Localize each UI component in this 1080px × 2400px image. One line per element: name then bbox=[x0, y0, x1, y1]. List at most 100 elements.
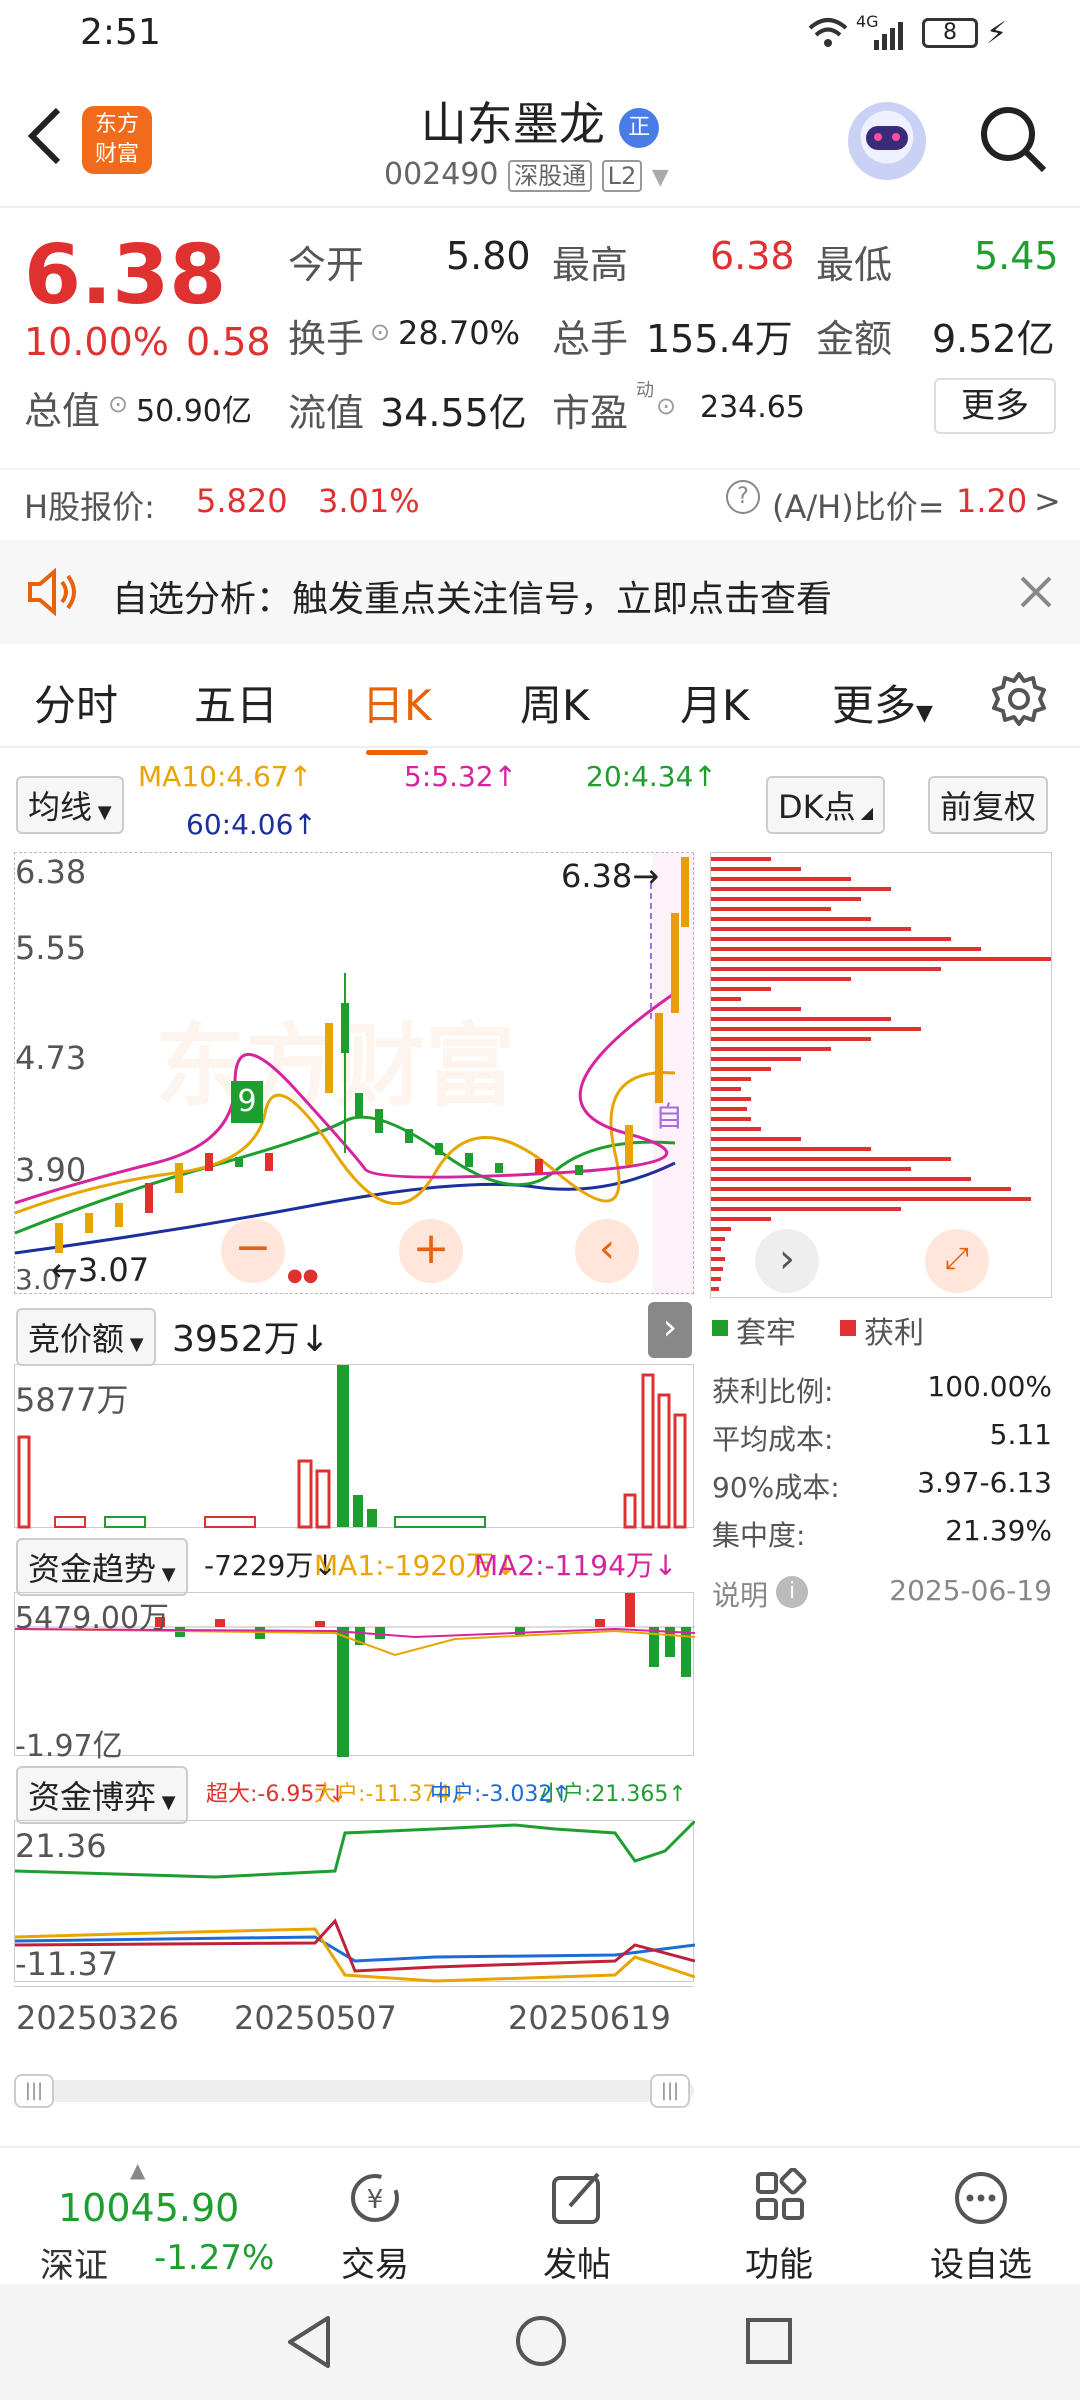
gear-icon[interactable] bbox=[990, 670, 1048, 738]
nav-add-watchlist[interactable]: 设自选 bbox=[916, 2168, 1046, 2286]
ma-selector-caret-icon: ▼ bbox=[92, 802, 112, 823]
avg-cost-label: 平均成本: bbox=[712, 1423, 834, 1456]
fund-trend-selector-caret-icon: ▼ bbox=[156, 1564, 176, 1585]
low-value: 5.45 bbox=[974, 234, 1059, 278]
dropdown-icon[interactable]: ▼ bbox=[652, 165, 669, 190]
last-price: 6.38 bbox=[24, 228, 227, 323]
nav-trade[interactable]: ¥ 交易 bbox=[310, 2168, 440, 2286]
level-tag: L2 bbox=[601, 160, 643, 192]
analysis-banner[interactable]: 自选分析：触发重点关注信号，立即点击查看 bbox=[0, 540, 1080, 644]
cost90-label: 90%成本: bbox=[712, 1471, 840, 1504]
trade-icon: ¥ bbox=[351, 2174, 399, 2222]
battery-icon: 8 bbox=[922, 18, 978, 48]
date-tick-1: 20250326 bbox=[16, 1999, 179, 2037]
min-price-arrow-icon: ← bbox=[51, 1251, 78, 1289]
zoom-in-button[interactable]: + bbox=[399, 1219, 463, 1283]
signal-badge: 9 bbox=[231, 1081, 263, 1123]
chevron-right-icon: > bbox=[1034, 482, 1061, 520]
cost90: 3.97-6.13 bbox=[917, 1466, 1052, 1499]
fund-game-selector[interactable]: 资金博弈 ▼ bbox=[16, 1766, 188, 1824]
profit-ratio-label: 获利比例: bbox=[712, 1375, 834, 1408]
tab-monthly-k[interactable]: 月K bbox=[680, 672, 750, 733]
chip-stats: 套牢 获利 获利比例: 100.00% 平均成本: 5.11 90%成本: 3.… bbox=[712, 1308, 1062, 1628]
h-share-label: H股报价: bbox=[24, 488, 155, 526]
close-icon[interactable] bbox=[1020, 576, 1052, 617]
change-amount: 0.58 bbox=[186, 320, 271, 364]
h-share-row[interactable]: H股报价: 5.820 3.01% ? (A/H)比价= 1.20 > bbox=[0, 468, 1080, 536]
game-bottom: -11.37 bbox=[15, 1945, 119, 1983]
nav-home-icon[interactable] bbox=[514, 2314, 568, 2372]
status-bar: 2:51 4G 8 ⚡ bbox=[0, 0, 1080, 72]
tab-more[interactable]: 更多▼ bbox=[832, 672, 933, 733]
chip-bars bbox=[711, 857, 1051, 1291]
search-icon[interactable] bbox=[976, 102, 1050, 180]
range-slider[interactable]: ||| ||| bbox=[14, 2074, 694, 2108]
volume-label: 总手 bbox=[552, 317, 629, 361]
zoom-out-button[interactable]: − bbox=[221, 1219, 285, 1283]
tab-intraday[interactable]: 分时 bbox=[34, 672, 118, 733]
dk-point-button[interactable]: DK点 ◢ bbox=[766, 776, 886, 834]
pe-value: 234.65 bbox=[700, 390, 805, 425]
turnover-label: 换手 bbox=[288, 317, 365, 361]
fund-game-selector-caret-icon: ▼ bbox=[156, 1792, 176, 1813]
y-tick-3: 4.73 bbox=[15, 1039, 87, 1077]
date-tick-2: 20250507 bbox=[234, 1999, 397, 2037]
nav-post-label: 发帖 bbox=[543, 2245, 611, 2285]
pe-dynamic-mark: 动 bbox=[636, 380, 654, 401]
fund-trend-selector[interactable]: 资金趋势 ▼ bbox=[16, 1538, 188, 1596]
auction-selector-caret-icon: ▼ bbox=[124, 1334, 144, 1355]
note-label: 说明 bbox=[712, 1579, 769, 1612]
small-line bbox=[15, 1821, 695, 1879]
info-circle-icon[interactable]: i bbox=[776, 1576, 808, 1608]
index-pct: -1.27% bbox=[154, 2238, 275, 2278]
ma-selector[interactable]: 均线 ▼ bbox=[16, 776, 124, 834]
status-time: 2:51 bbox=[80, 12, 161, 53]
auction-selector[interactable]: 竞价额 ▼ bbox=[16, 1308, 156, 1366]
panel-next-icon[interactable]: › bbox=[648, 1302, 692, 1358]
system-nav-bar bbox=[0, 2284, 1080, 2400]
total-cap-label: 总值 bbox=[24, 389, 101, 433]
auction-chart: 5877万 bbox=[14, 1364, 694, 1529]
tab-daily-k[interactable]: 日K bbox=[362, 672, 432, 755]
index-ticker[interactable]: ▲ 10045.90 深证 -1.27% bbox=[30, 2158, 290, 2286]
profit-ratio: 100.00% bbox=[927, 1370, 1052, 1403]
ma5-value: 5:5.32↑ bbox=[404, 760, 518, 793]
ah-ratio-value: 1.20 bbox=[956, 482, 1028, 520]
fund-game-selector-label: 资金博弈 bbox=[28, 1778, 157, 1816]
fund-game-row: 资金博弈 ▼ 超大:-6.957↓ 大户:-11.374↓ 中户:-3.032↑… bbox=[0, 1762, 700, 1824]
stock-header: 东方 财富 山东墨龙 正 002490 深股通 L2 ▼ bbox=[0, 72, 1080, 208]
nav-function-label: 功能 bbox=[745, 2245, 813, 2285]
high-value: 6.38 bbox=[710, 234, 795, 278]
robot-avatar[interactable] bbox=[848, 102, 926, 180]
index-value: 10045.90 bbox=[58, 2186, 240, 2230]
tab-five-day[interactable]: 五日 bbox=[194, 672, 278, 733]
question-icon[interactable]: ? bbox=[726, 480, 760, 514]
avg-cost: 5.11 bbox=[989, 1418, 1052, 1451]
nav-function[interactable]: 功能 bbox=[714, 2167, 844, 2286]
nav-post[interactable]: 发帖 bbox=[512, 2168, 642, 2286]
legend-profit: 获利 bbox=[864, 1316, 924, 1351]
y-tick-4: 3.90 bbox=[15, 1151, 87, 1189]
range-handle-right[interactable]: ||| bbox=[650, 2074, 690, 2108]
fund-trend-row: 资金趋势 ▼ -7229万↓ MA1:-1920万↓ MA2:-1194万↓ bbox=[0, 1534, 700, 1596]
total-cap: 50.90亿 bbox=[136, 394, 252, 429]
event-dots-icon[interactable]: ●● bbox=[287, 1265, 318, 1286]
chip-next-button[interactable]: › bbox=[755, 1229, 819, 1293]
range-handle-left[interactable]: ||| bbox=[14, 2074, 54, 2108]
kline-chart[interactable]: 东方财富 6.38 5.55 4.73 3.90 3.07 6.38→ ←3.0… bbox=[14, 852, 695, 1296]
auction-row: 竞价额 ▼ 3952万↓ › bbox=[0, 1302, 700, 1366]
adjust-button[interactable]: 前复权 bbox=[928, 776, 1049, 834]
y-tick-2: 5.55 bbox=[15, 929, 87, 967]
pan-left-button[interactable]: ‹ bbox=[575, 1219, 639, 1283]
auction-bars bbox=[17, 1365, 687, 1529]
expand-icon[interactable]: ⤢ bbox=[925, 1229, 989, 1293]
date-tick-3: 20250619 bbox=[508, 1999, 671, 2037]
tab-weekly-k[interactable]: 周K bbox=[520, 672, 590, 733]
more-button[interactable]: 更多 bbox=[934, 378, 1056, 434]
legend-profit-swatch bbox=[840, 1320, 856, 1336]
amount-value: 9.52亿 bbox=[932, 317, 1055, 361]
open-label: 今开 bbox=[288, 243, 365, 287]
nav-recents-icon[interactable] bbox=[744, 2316, 794, 2370]
fund-ma2: MA2:-1194万↓ bbox=[474, 1549, 678, 1582]
nav-back-icon[interactable] bbox=[284, 2314, 334, 2374]
